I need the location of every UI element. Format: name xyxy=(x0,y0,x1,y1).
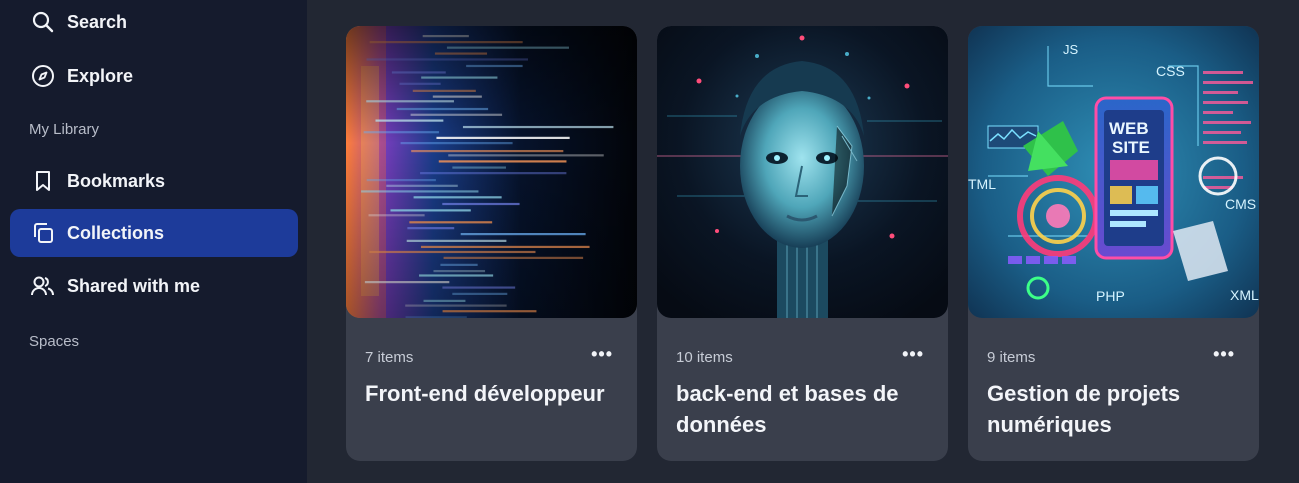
sidebar: Search Explore My Library Bookmarks Coll… xyxy=(0,0,307,483)
site-label: SITE xyxy=(1112,138,1150,157)
more-options-icon[interactable]: ••• xyxy=(591,344,613,365)
collection-card[interactable]: 7 items ••• Front-end développeur xyxy=(346,26,637,461)
website-phone-image: JS CSS TML CMS PHP XML WEB SITE xyxy=(968,26,1259,318)
code-screen-image xyxy=(346,26,637,318)
cms-label: CMS xyxy=(1225,196,1256,212)
search-icon xyxy=(30,9,56,35)
sidebar-item-label: Shared with me xyxy=(67,275,201,296)
css-label: CSS xyxy=(1156,63,1185,79)
collections-grid: 7 items ••• Front-end développeur 10 ite… xyxy=(307,0,1299,483)
sidebar-item-explore[interactable]: Explore xyxy=(10,52,298,100)
collection-title[interactable]: Gestion de projets numériques xyxy=(987,378,1247,440)
more-options-icon[interactable]: ••• xyxy=(902,344,924,365)
collection-item-count: 10 items xyxy=(676,349,733,366)
collection-item-count: 7 items xyxy=(365,349,414,366)
collection-title[interactable]: Front-end développeur xyxy=(365,378,625,409)
html-label: TML xyxy=(968,176,996,192)
collection-card[interactable]: 10 items ••• back-end et bases de donnée… xyxy=(657,26,948,461)
sidebar-item-label: Explore xyxy=(67,65,134,86)
web-label: WEB xyxy=(1109,119,1149,138)
bookmark-icon xyxy=(30,168,56,194)
sidebar-item-bookmarks[interactable]: Bookmarks xyxy=(10,157,298,205)
sidebar-item-label: Search xyxy=(67,11,128,32)
section-label-my-library: My Library xyxy=(29,121,100,138)
sidebar-item-label: Collections xyxy=(67,222,165,243)
js-label: JS xyxy=(1063,42,1079,57)
collections-icon xyxy=(30,220,56,246)
collection-card[interactable]: JS CSS TML CMS PHP XML WEB SITE 9 items … xyxy=(968,26,1259,461)
collection-title[interactable]: back-end et bases de données xyxy=(676,378,936,440)
sidebar-item-collections[interactable]: Collections xyxy=(10,209,298,257)
collection-item-count: 9 items xyxy=(987,349,1036,366)
sidebar-item-label: Bookmarks xyxy=(67,170,166,191)
sidebar-item-shared[interactable]: Shared with me xyxy=(10,262,298,310)
xml-label: XML xyxy=(1230,287,1259,303)
php-label: PHP xyxy=(1096,288,1125,304)
users-icon xyxy=(30,273,56,299)
compass-icon xyxy=(30,63,56,89)
section-label-spaces: Spaces xyxy=(29,333,80,350)
more-options-icon[interactable]: ••• xyxy=(1213,344,1235,365)
ai-face-image xyxy=(657,26,948,318)
sidebar-item-search[interactable]: Search xyxy=(10,0,298,44)
